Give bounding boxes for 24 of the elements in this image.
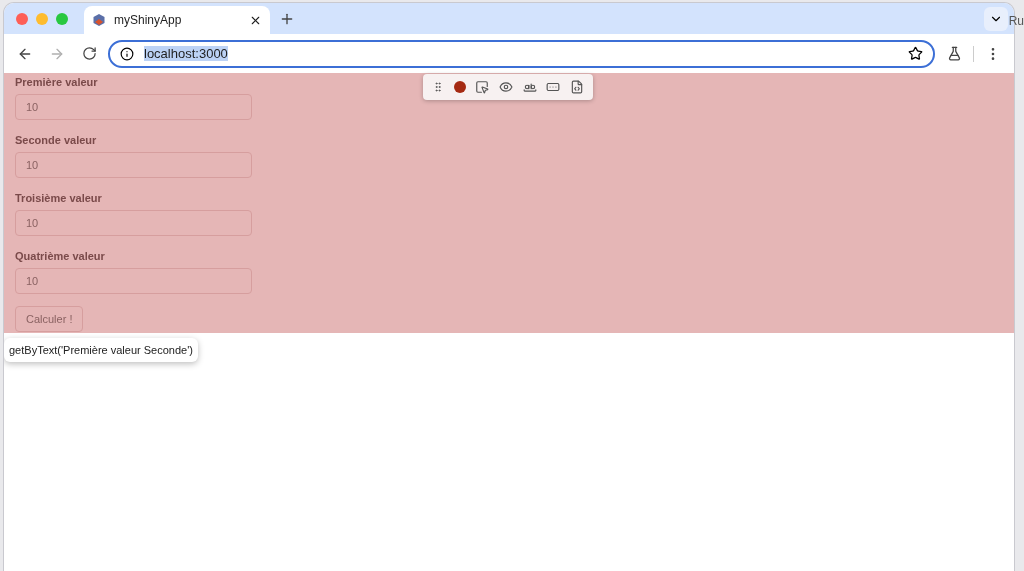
input-field[interactable]: 10 [15, 210, 252, 236]
info-icon[interactable] [120, 46, 134, 61]
desktop-text: Ru [1008, 14, 1024, 28]
calculate-button[interactable]: Calculer ! [15, 306, 84, 332]
input-field[interactable]: 10 [15, 94, 252, 120]
input-field[interactable]: 10 [15, 152, 252, 178]
field-label: Troisième valeur [15, 192, 102, 204]
bookmark-star-icon[interactable] [908, 46, 923, 61]
pick-locator-icon[interactable] [475, 80, 490, 94]
code-file-icon[interactable] [570, 80, 585, 94]
hexagon-logo-icon [92, 13, 106, 27]
browser-tab[interactable]: myShinyApp [84, 6, 270, 34]
address-bar[interactable]: localhost:3000 [108, 39, 935, 68]
field-label: Seconde valeur [15, 134, 97, 146]
reload-icon[interactable] [81, 46, 97, 61]
tab-search-button[interactable] [984, 6, 1008, 31]
field-label: Première valeur [15, 76, 98, 88]
field-label: Quatrième valeur [15, 250, 105, 262]
record-icon[interactable] [453, 81, 466, 93]
eye-icon[interactable] [498, 80, 513, 94]
input-field[interactable]: 10 [15, 268, 252, 294]
input-assert-icon[interactable] [546, 80, 561, 94]
flask-icon[interactable] [946, 46, 962, 61]
locator-tooltip: getByText('Première valeur Seconde') [4, 338, 198, 362]
